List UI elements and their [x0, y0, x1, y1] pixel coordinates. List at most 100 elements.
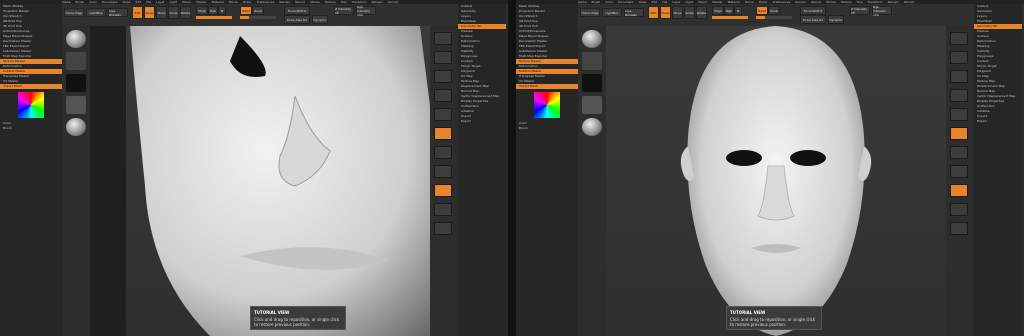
rgb-button[interactable]: Rgb — [208, 6, 218, 15]
plugin-item-import-mesh[interactable]: Import Mesh — [0, 84, 62, 89]
nav-bpr-button[interactable] — [950, 32, 968, 45]
zsub-button[interactable]: Zsub — [252, 6, 264, 15]
tool-panel-item[interactable]: Export — [974, 119, 1022, 124]
nav-frame-button[interactable] — [434, 165, 452, 178]
move-button[interactable]: Move — [156, 6, 167, 19]
move-button[interactable]: Move — [672, 6, 683, 19]
z-intensity-label[interactable]: Z Intensity 25 — [334, 6, 354, 15]
nav-floor-button[interactable] — [950, 146, 968, 159]
stroke-thumbnail-icon[interactable] — [582, 52, 602, 70]
dynamic-button[interactable]: Dynamic — [312, 15, 328, 24]
nav-persp-button[interactable] — [434, 127, 452, 140]
full-face-render — [680, 26, 872, 336]
nav-transp-button[interactable] — [434, 203, 452, 216]
window-divider — [508, 0, 516, 336]
dynamic-button[interactable]: Dynamic — [828, 15, 844, 24]
lightbox-button[interactable]: LightBox — [602, 8, 622, 17]
scale-button[interactable]: Scale — [168, 6, 179, 19]
nav-scroll-button[interactable] — [434, 70, 452, 83]
home-page-button[interactable]: Home Page — [580, 8, 600, 17]
nav-scroll-button[interactable] — [950, 70, 968, 83]
canvas-viewport[interactable]: TUTORIAL VIEW Click and drag to repositi… — [606, 26, 946, 336]
draw-size-slider[interactable]: Draw Size 64 — [284, 15, 310, 24]
z-intensity-label[interactable]: Z Intensity 25 — [850, 6, 870, 15]
material-thumbnail-icon[interactable] — [582, 118, 602, 136]
plugin-item-import-mesh[interactable]: Import Mesh — [516, 84, 578, 89]
live-boolean-button[interactable]: Live Boolean — [108, 8, 128, 17]
tooltip-title: TUTORIAL VIEW — [730, 310, 766, 315]
nav-solo-button[interactable] — [434, 222, 452, 235]
tooltip-text: Click and drag to reposition, or single … — [254, 317, 340, 327]
canvas-viewport[interactable]: TUTORIAL VIEW Click and drag to repositi… — [90, 26, 430, 336]
tool-panel: Subtool Geometry Layers FiberMesh Geomet… — [458, 4, 506, 336]
tooltip-text: Click and drag to reposition, or single … — [730, 317, 816, 327]
draw-button[interactable]: Draw — [660, 6, 671, 19]
rotate-button[interactable]: Rotate — [696, 6, 707, 19]
color-picker-swatch[interactable] — [18, 92, 44, 118]
texture-thumbnail-icon[interactable] — [66, 96, 86, 114]
rgb-button[interactable]: Rgb — [724, 6, 734, 15]
scale-button[interactable]: Scale — [684, 6, 695, 19]
nav-actual-button[interactable] — [950, 108, 968, 121]
stroke-thumbnail-icon[interactable] — [66, 52, 86, 70]
brush-section-label[interactable]: Brush — [516, 126, 578, 131]
live-boolean-button[interactable]: Live Boolean — [624, 8, 644, 17]
zplugin-panel: Mesh Utilities Projection Master QuickSk… — [516, 4, 579, 336]
rgb-intensity-slider[interactable] — [196, 16, 232, 19]
nav-frame-button[interactable] — [950, 165, 968, 178]
nav-floor-button[interactable] — [434, 146, 452, 159]
z-intensity-slider[interactable] — [756, 16, 792, 19]
draw-size-slider[interactable]: Draw Size 64 — [800, 15, 826, 24]
nav-persp-button[interactable] — [950, 127, 968, 140]
zbrush-window-left: Alpha Brush Color Document Draw Edit Fil… — [0, 0, 508, 336]
nav-zoom-button[interactable] — [950, 89, 968, 102]
tooltip-title: TUTORIAL VIEW — [254, 310, 290, 315]
rgb-intensity-label[interactable]: Rgb Intensity 100 — [872, 5, 892, 17]
edit-button[interactable]: Edit — [648, 6, 659, 19]
alpha-thumbnail-icon[interactable] — [66, 74, 86, 92]
focal-shift-slider[interactable]: Focal Shift 0 — [800, 6, 826, 15]
edit-button[interactable]: Edit — [132, 6, 143, 19]
material-thumbnail-icon[interactable] — [66, 118, 86, 136]
draw-button[interactable]: Draw — [144, 6, 155, 19]
nav-polyf-button[interactable] — [950, 184, 968, 197]
m-button[interactable]: M — [218, 6, 226, 15]
mrgb-button[interactable]: Mrgb — [196, 6, 208, 15]
tool-shelf — [578, 26, 606, 336]
right-nav-shelf — [430, 26, 456, 336]
texture-thumbnail-icon[interactable] — [582, 96, 602, 114]
tool-panel-item[interactable]: Export — [458, 119, 506, 124]
nav-polyf-button[interactable] — [434, 184, 452, 197]
zbrush-window-right: Alpha Brush Color Document Draw Edit Fil… — [516, 0, 1024, 336]
alpha-thumbnail-icon[interactable] — [582, 74, 602, 92]
z-intensity-slider[interactable] — [240, 16, 276, 19]
mrgb-button[interactable]: Mrgb — [712, 6, 724, 15]
tutorial-view-tooltip: TUTORIAL VIEW Click and drag to repositi… — [726, 306, 822, 330]
nav-solo-button[interactable] — [950, 222, 968, 235]
color-picker-swatch[interactable] — [534, 92, 560, 118]
top-toolbar: Home Page LightBox Live Boolean Edit Dra… — [62, 4, 508, 27]
nav-spix-button[interactable] — [434, 51, 452, 64]
home-page-button[interactable]: Home Page — [64, 8, 84, 17]
m-button[interactable]: M — [734, 6, 742, 15]
brush-section-label[interactable]: Brush — [0, 126, 62, 131]
zsub-button[interactable]: Zsub — [768, 6, 780, 15]
tutorial-view-tooltip: TUTORIAL VIEW Click and drag to repositi… — [250, 306, 346, 330]
rgb-intensity-label[interactable]: Rgb Intensity 100 — [356, 5, 376, 17]
nav-bpr-button[interactable] — [434, 32, 452, 45]
nav-actual-button[interactable] — [434, 108, 452, 121]
rgb-intensity-slider[interactable] — [712, 16, 748, 19]
brush-thumbnail-icon[interactable] — [66, 30, 86, 48]
brush-thumbnail-icon[interactable] — [582, 30, 602, 48]
zadd-button[interactable]: Zadd — [756, 6, 768, 15]
lightbox-button[interactable]: LightBox — [86, 8, 106, 17]
focal-shift-slider[interactable]: Focal Shift 0 — [284, 6, 310, 15]
top-toolbar: Home Page LightBox Live Boolean Edit Dra… — [578, 4, 1024, 27]
nav-transp-button[interactable] — [950, 203, 968, 216]
tool-panel: Subtool Geometry Layers FiberMesh Geomet… — [974, 4, 1022, 336]
tool-shelf — [62, 26, 90, 336]
rotate-button[interactable]: Rotate — [180, 6, 191, 19]
nav-spix-button[interactable] — [950, 51, 968, 64]
zadd-button[interactable]: Zadd — [240, 6, 252, 15]
nav-zoom-button[interactable] — [434, 89, 452, 102]
